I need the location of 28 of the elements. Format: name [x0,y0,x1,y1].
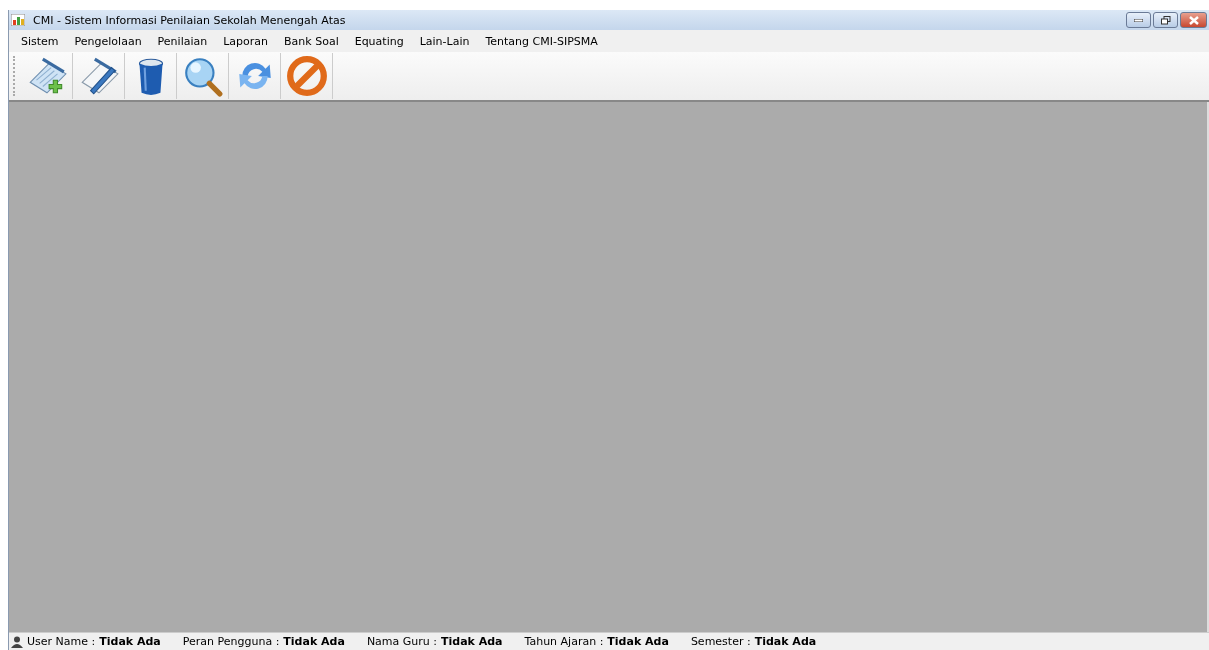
restore-icon [1160,15,1171,25]
status-value: Tidak Ada [441,635,503,648]
status-label: Nama Guru : [366,635,437,648]
menu-item[interactable]: Sistem [13,34,67,48]
status-value: Tidak Ada [99,635,161,648]
menu-item[interactable]: Equating [346,34,412,48]
status-label: Tahun Ajaran : [524,635,604,648]
close-icon [1188,15,1199,25]
status-label: Semester : [690,635,751,648]
app-icon [11,14,25,26]
menu-item[interactable]: Penilaian [149,34,216,48]
status-label: User Name : [27,635,96,648]
status-label: Peran Pengguna : [182,635,280,648]
restore-button[interactable] [1153,12,1178,28]
menu-item[interactable]: Laporan [215,34,277,48]
status-value: Tidak Ada [754,635,817,648]
close-button[interactable] [1180,12,1207,28]
menu-item[interactable]: Tentang CMI-SIPSMA [477,34,606,48]
minimize-button[interactable] [1126,12,1151,28]
menu-item[interactable]: Bank Soal [276,34,347,48]
window-title: CMI - Sistem Informasi Penilaian Sekolah Menengah Atas [33,13,346,27]
menu-item[interactable]: Pengelolaan [66,34,150,48]
menu-item[interactable]: Lain-Lain [411,34,478,48]
user-icon [11,635,23,648]
status-value: Tidak Ada [283,635,345,648]
status-value: Tidak Ada [607,635,669,648]
prohibited-icon [285,55,328,97]
minimize-icon [1134,18,1143,22]
